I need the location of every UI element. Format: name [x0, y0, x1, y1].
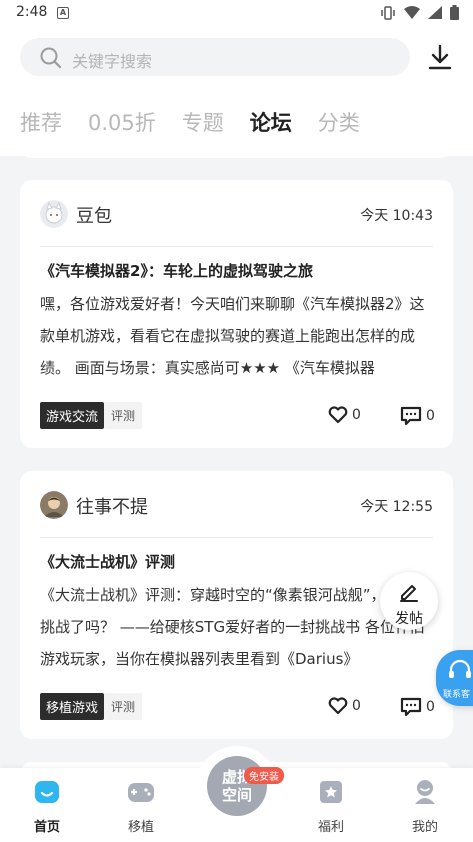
- post-time: 今天 12:55: [360, 499, 433, 515]
- nav-welfare[interactable]: 福利: [301, 778, 361, 835]
- like-count: 0: [352, 698, 361, 714]
- tab-forum[interactable]: 论坛: [250, 108, 292, 138]
- heart-icon: [328, 697, 348, 715]
- new-post-button[interactable]: 发帖: [380, 572, 438, 630]
- virtual-space-line2: 空间: [221, 786, 252, 804]
- nav-mine-label: 我的: [411, 820, 438, 835]
- comment-count: 0: [426, 699, 435, 715]
- comment-icon: [400, 406, 422, 426]
- tab-topics[interactable]: 专题: [182, 108, 224, 138]
- tab-recommend[interactable]: 推荐: [20, 108, 62, 138]
- search-placeholder: 关键字搜索: [72, 52, 153, 71]
- avatar[interactable]: [40, 200, 68, 228]
- post-excerpt[interactable]: 嘿，各位游戏爱好者！今天咱们来聊聊《汽车模拟器2》这款单机游戏，看看它在虚拟驾驶…: [40, 288, 435, 384]
- nav-welfare-label: 福利: [317, 820, 344, 835]
- like-button[interactable]: 0: [328, 406, 361, 424]
- author-name[interactable]: 豆包: [76, 202, 112, 228]
- post-tags: 移植游戏 评测: [40, 693, 143, 720]
- home-icon: [35, 781, 59, 803]
- headset-icon: [449, 659, 471, 678]
- post-time: 今天 10:43: [360, 208, 433, 224]
- divider: [40, 537, 433, 538]
- nav-mine[interactable]: 我的: [395, 778, 455, 835]
- nav-port[interactable]: 移植: [111, 778, 171, 835]
- battery-icon: [450, 5, 459, 20]
- post-tags: 游戏交流 评测: [40, 402, 143, 429]
- app-notification-icon: A: [57, 7, 69, 19]
- post-card[interactable]: 豆包 今天 10:43 《汽车模拟器2》：车轮上的虚拟驾驶之旅 嘿，各位游戏爱好…: [20, 180, 453, 448]
- bottom-nav: 首页 移植 虚拟 空间 免安装 福利 我的: [0, 746, 473, 842]
- gift-card-icon: [320, 781, 342, 803]
- post-title[interactable]: 《汽车模拟器2》：车轮上的虚拟驾驶之旅: [40, 260, 313, 281]
- wifi-icon: [404, 6, 420, 19]
- header: 关键字搜索 推荐 0.05折 专题 论坛 分类: [0, 28, 473, 156]
- post-excerpt[interactable]: 《大流士战机》评测：穿越时空的“像素银河战舰”，准备好挑战了吗？ ——给硬核ST…: [40, 579, 435, 675]
- search-icon: [40, 47, 62, 69]
- nav-home-label: 首页: [33, 820, 60, 835]
- comment-count: 0: [426, 408, 435, 424]
- tab-categories[interactable]: 分类: [318, 108, 360, 138]
- new-post-label: 发帖: [395, 611, 423, 627]
- like-count: 0: [352, 407, 361, 423]
- vibrate-icon: [381, 5, 395, 20]
- status-bar: 2:48 A: [0, 0, 473, 28]
- tag-category[interactable]: 移植游戏: [40, 693, 105, 720]
- comment-icon: [400, 697, 422, 717]
- profile-icon: [415, 780, 435, 804]
- customer-service-label: 联系客: [443, 690, 471, 700]
- install-free-badge: 免安装: [244, 767, 284, 784]
- top-tabs: 推荐 0.05折 专题 论坛 分类: [20, 108, 386, 138]
- nav-port-label: 移植: [127, 820, 154, 835]
- tag-category[interactable]: 游戏交流: [40, 402, 105, 429]
- download-icon[interactable]: [428, 44, 452, 70]
- system-icons: [380, 5, 459, 20]
- signal-icon: [428, 6, 442, 19]
- post-title[interactable]: 《大流士战机》评测: [40, 551, 175, 572]
- status-time: 2:48: [16, 4, 48, 20]
- customer-service-button[interactable]: 联系客: [436, 650, 473, 706]
- search-bar[interactable]: 关键字搜索: [20, 38, 410, 76]
- avatar[interactable]: [40, 491, 68, 519]
- post-card-previous[interactable]: [20, 156, 453, 158]
- comment-button[interactable]: 0: [400, 697, 435, 717]
- virtual-space-button[interactable]: 虚拟 空间: [207, 756, 267, 816]
- post-header: 豆包 今天 10:43: [40, 200, 433, 230]
- heart-icon: [328, 406, 348, 424]
- post-header: 往事不提 今天 12:55: [40, 491, 433, 521]
- tag-type[interactable]: 评测: [104, 402, 143, 429]
- like-button[interactable]: 0: [328, 697, 361, 715]
- nav-home[interactable]: 首页: [17, 778, 77, 835]
- tag-type[interactable]: 评测: [104, 693, 143, 720]
- divider: [40, 246, 433, 247]
- comment-button[interactable]: 0: [400, 406, 435, 426]
- author-name[interactable]: 往事不提: [76, 493, 148, 519]
- gamepad-icon: [128, 783, 154, 802]
- edit-icon: [400, 585, 418, 602]
- forum-feed[interactable]: 豆包 今天 10:43 《汽车模拟器2》：车轮上的虚拟驾驶之旅 嘿，各位游戏爱好…: [0, 156, 473, 768]
- tab-discount[interactable]: 0.05折: [88, 108, 156, 138]
